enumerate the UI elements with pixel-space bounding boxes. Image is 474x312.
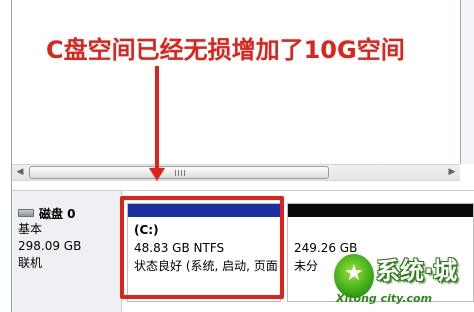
horizontal-scrollbar[interactable]: ◀ ▶ [12,164,460,181]
star-icon: ★ [344,261,364,286]
disk-name: 磁盘 0 [39,206,76,221]
scrollbar-thumb[interactable] [29,166,329,179]
disk-status: 联机 [18,256,43,270]
triangle-left-icon[interactable]: ◀ [12,165,28,180]
partition-unallocated-color-bar [288,204,473,217]
annotation-highlight-box [120,196,284,299]
left-window-edge [0,0,12,312]
disk-type: 基本 [18,222,43,236]
disk-drive-icon [18,209,34,217]
annotation-arrow-shaft [155,66,159,171]
vertical-scrollbar[interactable] [460,0,474,164]
disk-size: 298.09 GB [18,239,82,253]
grip-icon [175,170,185,176]
watermark: ★ 系统·城 Xitong city.com [330,252,470,308]
triangle-right-icon[interactable]: ▶ [444,165,460,180]
annotation-caption: C盘空间已经无损增加了10G空间 [46,36,405,64]
arrow-down-icon [149,168,165,181]
disk-info-cell[interactable]: 磁盘 0 基本 298.09 GB 联机 [12,191,122,312]
watermark-url: Xitong city.com [336,292,433,305]
watermark-name: 系统·城 [376,257,458,285]
partition-title [294,223,473,239]
volume-list-area [0,0,474,164]
